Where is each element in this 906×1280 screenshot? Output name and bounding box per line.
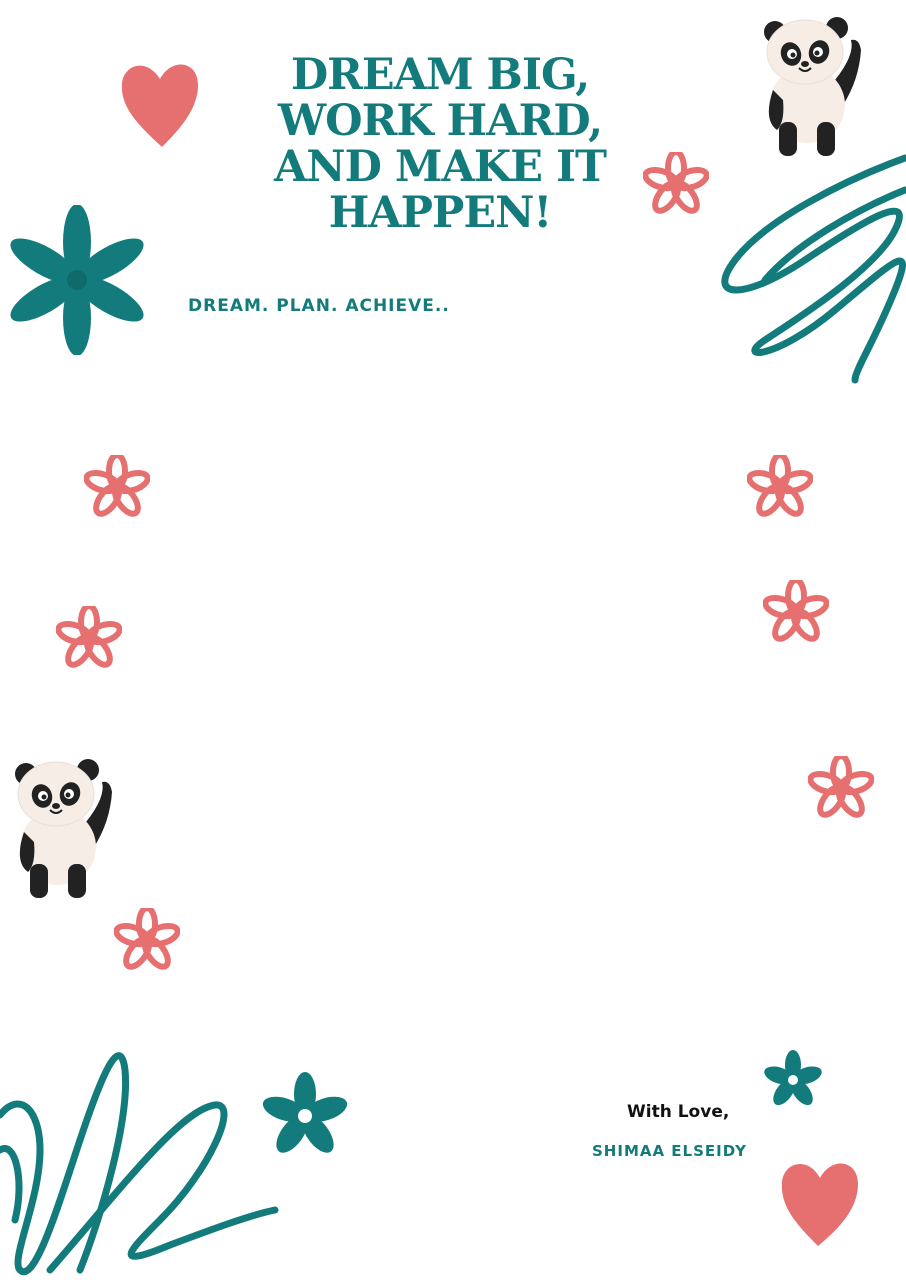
title-line: and make it [273, 142, 607, 192]
flower-icon [262, 1072, 348, 1153]
panda-icon [14, 758, 113, 899]
page-title: Dream big, work hard, and make it happen… [255, 52, 625, 236]
flower-icon [763, 580, 829, 642]
flower-icon [643, 152, 709, 214]
flower-icon [747, 455, 813, 517]
heart-icon [121, 64, 198, 147]
letter-page: Dream big, work hard, and make it happen… [0, 0, 906, 1280]
title-line: Dream big, [290, 50, 590, 100]
title-line: work hard, [277, 96, 603, 146]
flower-icon [764, 1050, 822, 1106]
scribble [721, 154, 906, 384]
signature: Shimaa Elseidy [592, 1142, 747, 1160]
heart-icon [781, 1163, 858, 1246]
scribble [0, 1052, 279, 1276]
panda-icon [763, 16, 862, 157]
signoff: With Love, [627, 1102, 730, 1122]
flower-icon [114, 908, 180, 970]
flower-icon [808, 756, 874, 818]
title-line: happen! [328, 188, 553, 238]
flower-icon [56, 606, 122, 668]
tagline: Dream. Plan. Achieve.. [188, 296, 450, 316]
flower-icon [84, 455, 150, 517]
flower-icon [10, 205, 144, 355]
